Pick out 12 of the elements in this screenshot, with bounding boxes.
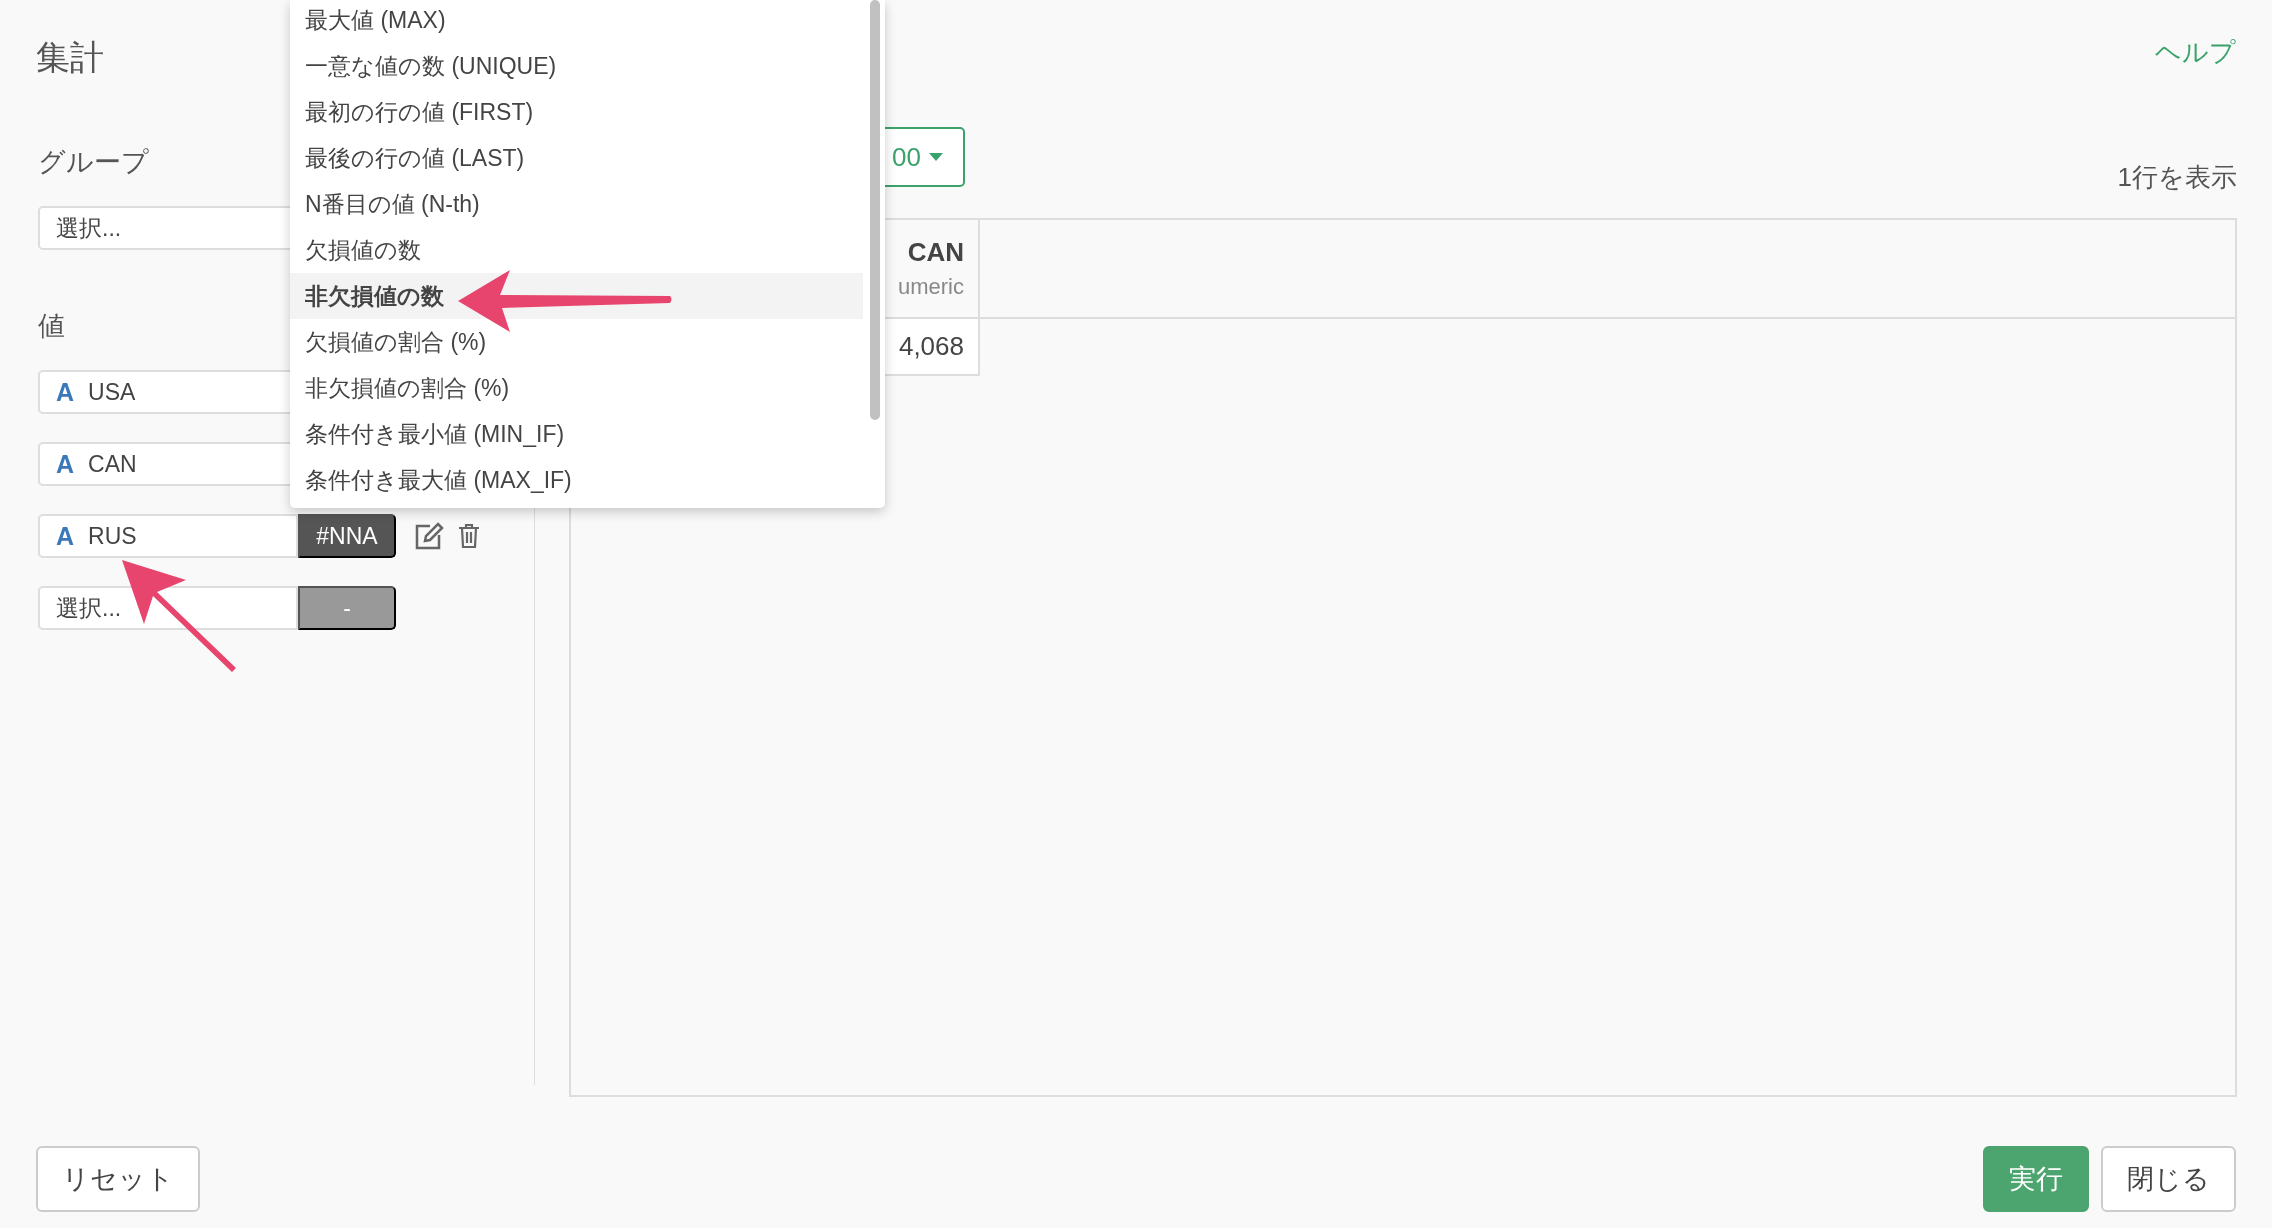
text-type-icon: A — [56, 449, 75, 479]
values-label: 値 — [38, 310, 65, 343]
row-count: 1行を表示 — [2117, 160, 2237, 194]
column-name: USA — [88, 378, 136, 406]
group-label: グループ — [38, 146, 149, 179]
column-type: umeric — [898, 274, 964, 300]
column-name: CAN — [907, 237, 964, 268]
text-type-icon: A — [56, 377, 75, 407]
column-name: RUS — [88, 522, 137, 550]
dialog-title: 集計 — [36, 37, 104, 78]
column-name: CAN — [88, 450, 137, 478]
text-type-icon: A — [56, 521, 75, 551]
